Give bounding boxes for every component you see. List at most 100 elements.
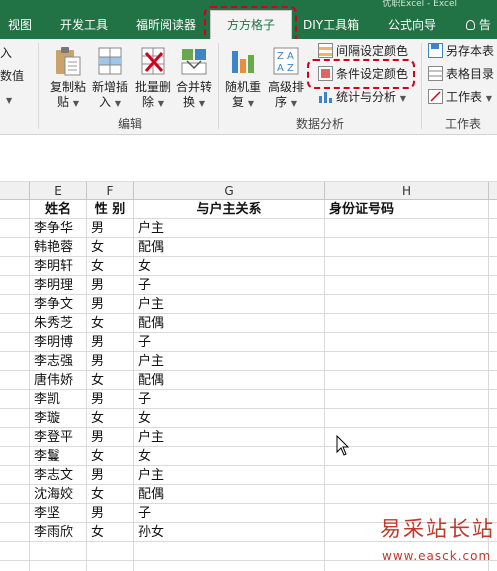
cell-relation[interactable]: 女 xyxy=(134,409,325,428)
cell-name[interactable]: 李争华 xyxy=(30,219,87,238)
cell-name[interactable] xyxy=(30,561,87,571)
cell-name[interactable]: 李坚 xyxy=(30,504,87,523)
tab-diy-toolbox[interactable]: DIY工具箱 xyxy=(303,15,359,35)
cell-gender[interactable]: 男 xyxy=(87,428,134,447)
cell-gender[interactable]: 女 xyxy=(87,314,134,333)
column-header-e[interactable]: E xyxy=(30,182,87,200)
cell-name[interactable]: 李凯 xyxy=(30,390,87,409)
cell-relation[interactable]: 女 xyxy=(134,447,325,466)
cell-relation[interactable]: 户主 xyxy=(134,466,325,485)
cell-name[interactable]: 李志强 xyxy=(30,352,87,371)
add-insert-button[interactable]: 新增插 入 ▼ xyxy=(89,45,131,111)
cell-name[interactable]: 李明轩 xyxy=(30,257,87,276)
cell-id-number[interactable] xyxy=(325,314,489,333)
cell-name[interactable]: 唐伟娇 xyxy=(30,371,87,390)
tab-fangfang-gezi[interactable]: 方方格子 xyxy=(210,10,292,39)
stats-analysis-button[interactable]: 统计与分析 ▼ xyxy=(318,89,406,107)
save-as-sheet-button[interactable]: 另存本表 xyxy=(428,43,494,59)
cell-gender[interactable]: 男 xyxy=(87,276,134,295)
worksheet-menu-button[interactable]: 工作表 ▼ xyxy=(428,89,492,107)
cell-relation[interactable]: 户主 xyxy=(134,428,325,447)
insert-partial-button[interactable]: 插入 xyxy=(0,45,12,61)
cell-id-number[interactable] xyxy=(325,238,489,257)
cell-id-number[interactable] xyxy=(325,390,489,409)
cell-relation[interactable]: 户主 xyxy=(134,295,325,314)
cell-name[interactable] xyxy=(30,542,87,561)
tab-formula-wizard[interactable]: 公式向导 xyxy=(388,15,436,35)
tab-view[interactable]: 视图 xyxy=(8,15,32,35)
cell-id-number[interactable] xyxy=(325,276,489,295)
cell-gender[interactable]: 女 xyxy=(87,238,134,257)
cell-name[interactable]: 韩艳蓉 xyxy=(30,238,87,257)
cell-name[interactable]: 李志文 xyxy=(30,466,87,485)
header-gender[interactable]: 性 别 xyxy=(87,200,134,219)
cell-gender[interactable]: 女 xyxy=(87,523,134,542)
cell-gender[interactable]: 男 xyxy=(87,504,134,523)
cell-relation[interactable]: 户主 xyxy=(134,352,325,371)
cell-relation[interactable]: 子 xyxy=(134,333,325,352)
cell-id-number[interactable] xyxy=(325,466,489,485)
cell-name[interactable]: 李明理 xyxy=(30,276,87,295)
cell-id-number[interactable] xyxy=(325,257,489,276)
cell-relation[interactable]: 子 xyxy=(134,276,325,295)
cell-gender[interactable]: 男 xyxy=(87,466,134,485)
cell-name[interactable]: 李明博 xyxy=(30,333,87,352)
header-id-number[interactable]: 身份证号码 xyxy=(325,200,489,219)
tab-tell-me[interactable]: 告 xyxy=(466,15,491,35)
cell-relation[interactable]: 户主 xyxy=(134,219,325,238)
cell-id-number[interactable] xyxy=(325,371,489,390)
cell-name[interactable]: 沈海姣 xyxy=(30,485,87,504)
cell-name[interactable]: 李登平 xyxy=(30,428,87,447)
merge-convert-button[interactable]: 合并转 换 ▼ xyxy=(174,45,214,111)
cell-id-number[interactable] xyxy=(325,333,489,352)
cell-gender[interactable]: 女 xyxy=(87,409,134,428)
tab-foxit-reader[interactable]: 福昕阅读器 xyxy=(136,15,196,35)
cell-id-number[interactable] xyxy=(325,352,489,371)
column-header-f[interactable]: F xyxy=(87,182,134,200)
condition-color-button[interactable]: 条件设定颜色 xyxy=(318,66,408,82)
cell-id-number[interactable] xyxy=(325,295,489,314)
header-name[interactable]: 姓名 xyxy=(30,200,87,219)
cell-id-number[interactable] xyxy=(325,485,489,504)
cell-name[interactable]: 李鬘 xyxy=(30,447,87,466)
cell-gender[interactable]: 男 xyxy=(87,390,134,409)
cell-relation[interactable] xyxy=(134,561,325,571)
advanced-sort-button[interactable]: Z A A Z 高级排 序 ▼ xyxy=(265,45,307,111)
cell-gender[interactable]: 女 xyxy=(87,257,134,276)
cell-gender[interactable]: 男 xyxy=(87,352,134,371)
cell-relation[interactable]: 孙女 xyxy=(134,523,325,542)
copy-paste-button[interactable]: 复制粘 贴 ▼ xyxy=(46,45,90,111)
cell-id-number[interactable] xyxy=(325,409,489,428)
cell-relation[interactable]: 配偶 xyxy=(134,485,325,504)
cell-relation[interactable]: 配偶 xyxy=(134,371,325,390)
column-header-h[interactable]: H xyxy=(325,182,489,200)
column-header-g[interactable]: G xyxy=(134,182,325,200)
cell-relation[interactable] xyxy=(134,542,325,561)
cell-gender[interactable] xyxy=(87,542,134,561)
cell-relation[interactable]: 子 xyxy=(134,504,325,523)
keep-value-partial-button[interactable]: 留数值 xyxy=(0,68,24,84)
sheet-directory-button[interactable]: 表格目录 xyxy=(428,66,494,82)
cell-gender[interactable]: 女 xyxy=(87,371,134,390)
cell-gender[interactable] xyxy=(87,561,134,571)
cell-id-number[interactable] xyxy=(325,219,489,238)
cell-gender[interactable]: 男 xyxy=(87,333,134,352)
cell-name[interactable]: 朱秀芝 xyxy=(30,314,87,333)
cell-gender[interactable]: 女 xyxy=(87,447,134,466)
cell-gender[interactable]: 女 xyxy=(87,485,134,504)
cell-name[interactable]: 李雨欣 xyxy=(30,523,87,542)
cell-relation[interactable]: 配偶 xyxy=(134,314,325,333)
random-reorder-button[interactable]: 随机重 复 ▼ xyxy=(222,45,264,111)
cell-relation[interactable]: 配偶 xyxy=(134,238,325,257)
select-all-corner[interactable] xyxy=(0,182,30,200)
header-relation[interactable]: 与户主关系 xyxy=(134,200,325,219)
cell-relation[interactable]: 女 xyxy=(134,257,325,276)
cell-name[interactable]: 李璇 xyxy=(30,409,87,428)
tab-developer[interactable]: 开发工具 xyxy=(60,15,108,35)
cell-gender[interactable]: 男 xyxy=(87,295,134,314)
interval-color-button[interactable]: 间隔设定颜色 xyxy=(318,43,408,59)
cell-gender[interactable]: 男 xyxy=(87,219,134,238)
batch-delete-button[interactable]: 批量删 除 ▼ xyxy=(131,45,175,111)
cell-name[interactable]: 李争文 xyxy=(30,295,87,314)
cell-relation[interactable]: 子 xyxy=(134,390,325,409)
